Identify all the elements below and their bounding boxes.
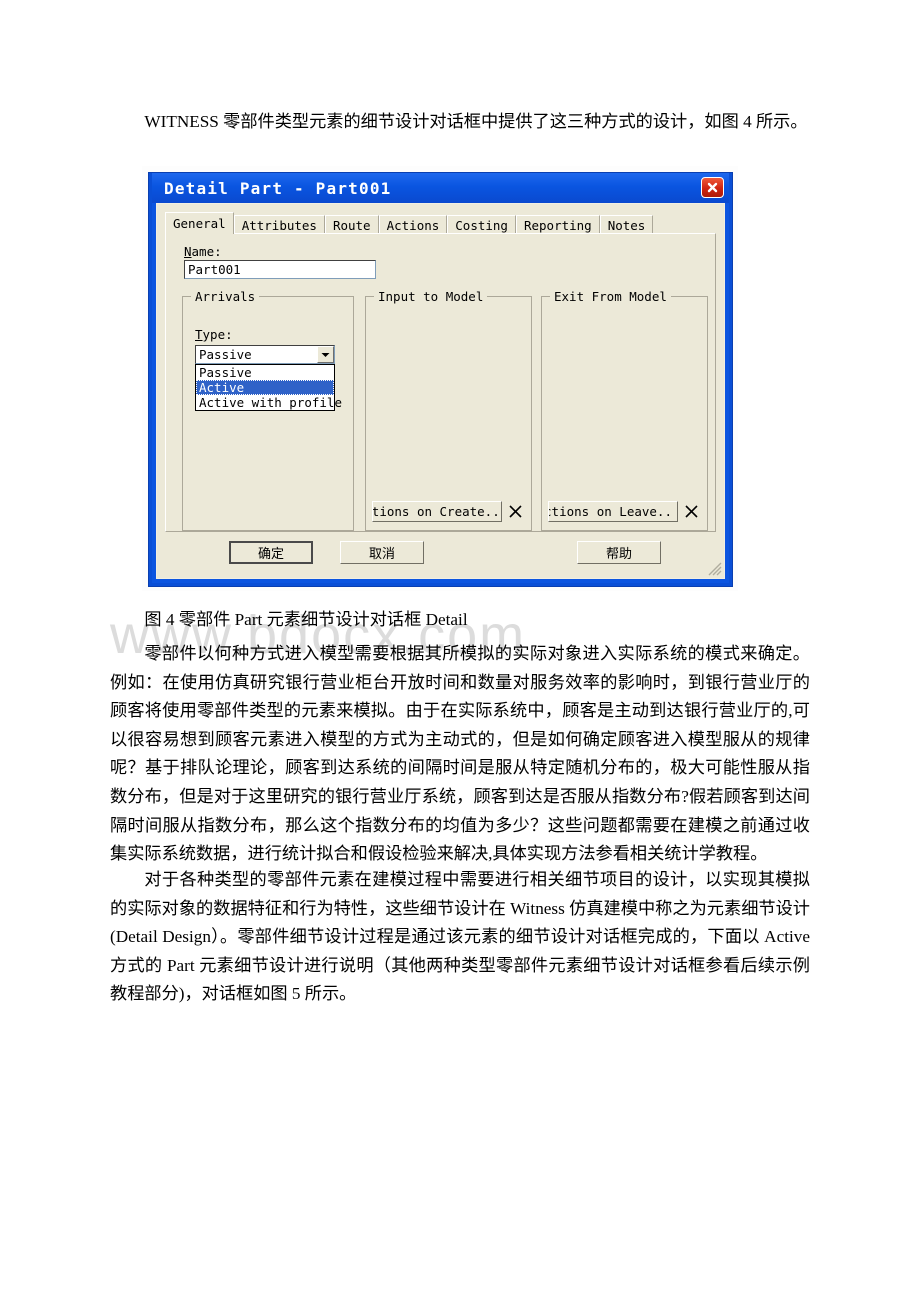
tab-page-general: Name: Part001 Arrivals Type: Passive Pas… <box>165 233 716 532</box>
tab-notes-label: Notes <box>607 218 646 233</box>
actions-on-leave-label: ctions on Leave.. <box>548 504 672 519</box>
tab-costing[interactable]: Costing <box>447 215 516 235</box>
dialog-title: Detail Part - Part001 <box>164 178 392 198</box>
paragraph-1: WITNESS 零部件类型元素的细节设计对话框中提供了这三种方式的设计，如图 4… <box>144 112 808 131</box>
name-label: Name: <box>184 244 222 259</box>
resize-grip-icon[interactable] <box>708 562 722 576</box>
figure-caption: 图 4 零部件 Part 元素细节设计对话框 Detail <box>144 610 468 629</box>
exit-actions-row: ctions on Leave.. <box>548 501 701 522</box>
group-exit-from-model-title: Exit From Model <box>550 289 671 304</box>
tab-route[interactable]: Route <box>324 215 379 235</box>
name-label-rest: ame: <box>191 244 222 259</box>
tab-general-label: General <box>173 216 226 231</box>
tab-attributes[interactable]: Attributes <box>233 215 325 235</box>
dropdown-option-passive[interactable]: Passive <box>196 365 334 380</box>
tab-route-label: Route <box>332 218 371 233</box>
dialog-button-row: 确定 取消 帮助 <box>165 536 716 570</box>
actions-on-leave-button[interactable]: ctions on Leave.. <box>548 501 678 522</box>
type-label-rest: ype: <box>202 327 233 342</box>
dropdown-option-active[interactable]: Active <box>196 380 334 395</box>
chevron-down-icon[interactable] <box>317 346 334 363</box>
dialog-client-area: General Attributes Route Actions Costing… <box>156 203 725 579</box>
tab-general[interactable]: General <box>165 212 234 234</box>
dialog-titlebar[interactable]: Detail Part - Part001 <box>152 173 729 203</box>
tab-strip-filler <box>653 213 716 234</box>
detail-part-dialog: Detail Part - Part001 General Attributes… <box>148 172 733 587</box>
tab-notes[interactable]: Notes <box>599 215 654 235</box>
name-input[interactable]: Part001 <box>184 260 376 279</box>
paragraph-2: 零部件以何种方式进入模型需要根据其所模拟的实际对象进入实际系统的模式来确定。例如… <box>110 644 810 864</box>
paragraph-3: 对于各种类型的零部件元素在建模过程中需要进行相关细节项目的设计，以实现其模拟的实… <box>110 870 810 1004</box>
arrival-type-dropdown-list[interactable]: Passive Active Active with profile <box>195 364 342 411</box>
delete-x-icon[interactable] <box>505 502 525 522</box>
tab-strip: General Attributes Route Actions Costing… <box>165 212 716 235</box>
tab-actions[interactable]: Actions <box>378 215 448 235</box>
actions-on-create-button[interactable]: ctions on Create.. <box>372 501 502 522</box>
group-input-to-model-title: Input to Model <box>374 289 488 304</box>
ok-button[interactable]: 确定 <box>229 541 313 564</box>
group-exit-from-model: Exit From Model ctions on Leave.. <box>541 289 708 531</box>
input-actions-row: ctions on Create.. <box>372 501 525 522</box>
dropdown-option-active-with-profile[interactable]: Active with profile <box>196 395 342 410</box>
group-input-to-model: Input to Model ctions on Create.. <box>365 289 532 531</box>
type-label: Type: <box>195 327 233 342</box>
type-label-accelerator: T <box>195 327 203 342</box>
close-icon[interactable] <box>701 177 724 198</box>
cancel-button[interactable]: 取消 <box>340 541 424 564</box>
tab-reporting[interactable]: Reporting <box>515 215 600 235</box>
dialog-frame: Detail Part - Part001 General Attributes… <box>152 173 729 583</box>
tab-costing-label: Costing <box>455 218 508 233</box>
arrival-type-value: Passive <box>199 347 252 362</box>
tab-attributes-label: Attributes <box>241 218 317 233</box>
arrival-type-combobox[interactable]: Passive <box>195 345 335 364</box>
actions-on-create-label: ctions on Create.. <box>372 504 500 519</box>
delete-x-icon[interactable] <box>681 502 701 522</box>
tab-actions-label: Actions <box>386 218 440 233</box>
tab-reporting-label: Reporting <box>523 218 592 233</box>
group-arrivals-title: Arrivals <box>191 289 260 304</box>
document-page: www.bdocx.com WITNESS 零部件类型元素的细节设计对话框中提供… <box>0 0 920 1302</box>
name-label-accelerator: N <box>184 244 192 259</box>
help-button[interactable]: 帮助 <box>577 541 661 564</box>
group-arrivals: Arrivals Type: Passive Passive Active Ac… <box>182 289 354 531</box>
figure-dialog-screenshot: Detail Part - Part001 General Attributes… <box>142 166 738 591</box>
